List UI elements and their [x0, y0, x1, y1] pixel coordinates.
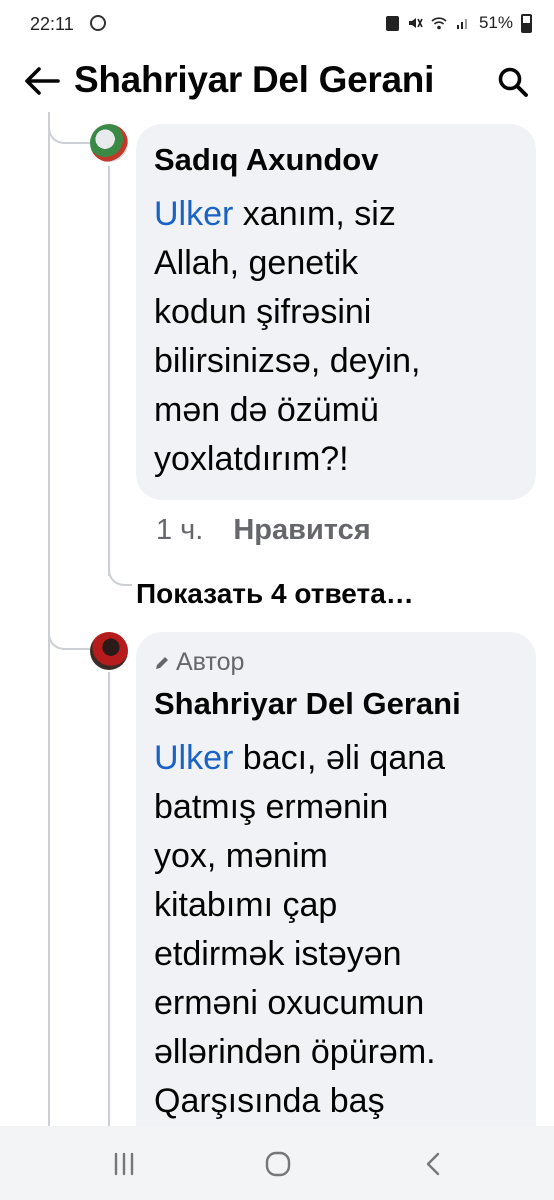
wifi-icon [431, 17, 447, 30]
notification-icon [90, 15, 106, 31]
mute-icon [408, 18, 423, 28]
author-badge-label: Автор [176, 648, 245, 676]
thread-line-main [48, 112, 50, 1126]
back-arrow-icon[interactable] [22, 64, 62, 98]
thread-connector-2 [48, 620, 90, 650]
comment-meta: 1 ч. Нравится [156, 514, 371, 547]
author-badge: Автор [154, 648, 244, 677]
comment-text: Ulker bacı, əli qana batmış ermənin yox,… [154, 739, 446, 1120]
status-time: 22:11 [30, 14, 74, 34]
comment-bubble[interactable]: Sadıq Axundov Ulker xanım, siz Allah, ge… [136, 124, 536, 500]
mention-link[interactable]: Ulker [154, 195, 233, 233]
status-icons: 51% [385, 13, 532, 33]
comments-screen: 22:11 51% Shahriyar Del Gerani Sadıq Axu… [0, 0, 554, 1200]
avatar[interactable] [90, 632, 128, 670]
system-nav-bar [0, 1126, 554, 1200]
app-header: Shahriyar Del Gerani [0, 50, 554, 112]
home-icon[interactable] [262, 1148, 294, 1180]
thread-connector-1 [48, 116, 90, 144]
avatar[interactable] [90, 124, 128, 162]
battery-icon [521, 13, 532, 33]
comment-author[interactable]: Shahriyar Del Gerani [154, 686, 461, 722]
mention-link[interactable]: Ulker [154, 739, 233, 777]
signal-icon [456, 19, 467, 29]
comment-text: Ulker xanım, siz Allah, genetik kodun şi… [154, 195, 421, 478]
pencil-icon [156, 656, 168, 669]
comment-author[interactable]: Sadıq Axundov [154, 142, 378, 178]
thread-connector-replies [108, 560, 132, 586]
thread-line-reply-2 [108, 672, 110, 1126]
back-nav-icon[interactable] [418, 1148, 450, 1180]
show-replies-link[interactable]: Показать 4 ответа… [136, 578, 414, 610]
recent-apps-icon[interactable] [108, 1148, 140, 1180]
status-bar: 22:11 51% [0, 0, 554, 50]
search-icon[interactable] [496, 65, 530, 99]
lock-icon [385, 15, 399, 31]
battery-percent: 51% [478, 13, 513, 32]
thread-line-reply [108, 166, 110, 576]
like-button[interactable]: Нравится [233, 514, 370, 547]
comment-bubble[interactable]: Автор Shahriyar Del Gerani Ulker bacı, ə… [136, 632, 536, 1152]
page-title: Shahriyar Del Gerani [74, 59, 435, 100]
comment-time: 1 ч. [156, 514, 204, 546]
